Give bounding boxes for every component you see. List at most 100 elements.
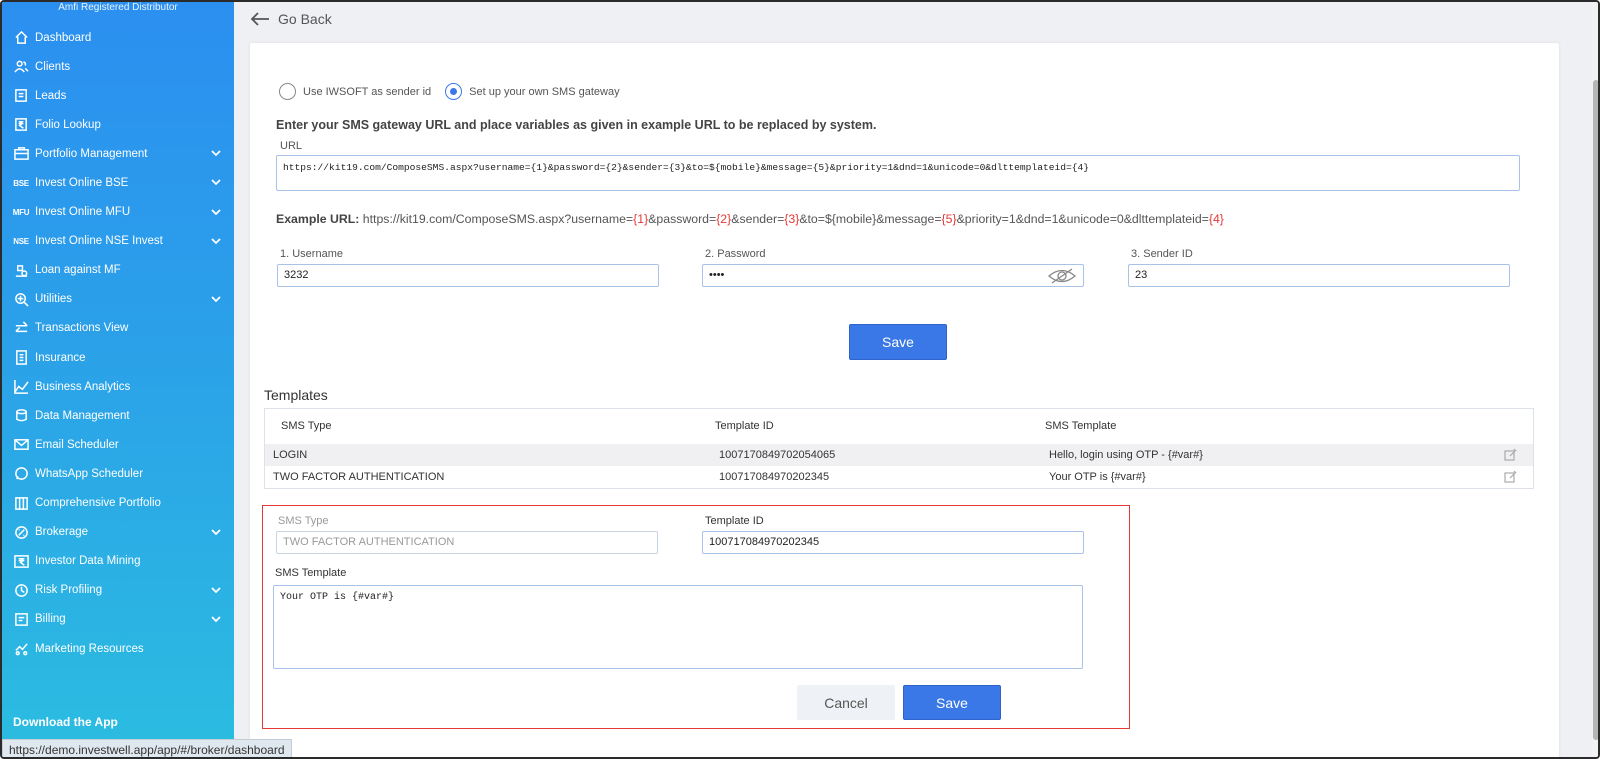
chevron-down-icon[interactable] <box>210 293 222 305</box>
column-sms-type: SMS Type <box>281 420 332 432</box>
url-label: URL <box>280 140 303 152</box>
sidebar-item-invest-online-mfu[interactable]: MFU Invest Online MFU <box>2 198 234 227</box>
radio-iwsoft[interactable] <box>279 83 296 100</box>
sidebar-item-folio-lookup[interactable]: Folio Lookup <box>2 110 234 139</box>
sidebar-item-marketing-resources[interactable]: Marketing Resources <box>2 634 234 663</box>
chevron-down-icon[interactable] <box>210 235 222 247</box>
example-url-variable: {2} <box>716 212 732 226</box>
sidebar-item-portfolio-management[interactable]: Portfolio Management <box>2 139 234 168</box>
marketing-icon <box>12 640 30 658</box>
radio-own-gateway[interactable] <box>445 83 463 100</box>
sidebar-item-risk-profiling[interactable]: Risk Profiling <box>2 576 234 605</box>
sidebar-item-invest-online-nse-invest[interactable]: NSE Invest Online NSE Invest <box>2 227 234 256</box>
example-url-variable: {1} <box>633 212 649 226</box>
sidebar-item-data-management[interactable]: Data Management <box>2 401 234 430</box>
sidebar-item-leads[interactable]: Leads <box>2 81 234 110</box>
edit-sms-template-textarea[interactable]: Your OTP is {#var#} <box>273 585 1083 669</box>
eye-off-icon[interactable] <box>1047 267 1077 285</box>
sidebar-item-clients[interactable]: Clients <box>2 52 234 81</box>
chevron-down-icon[interactable] <box>210 147 222 159</box>
sidebar-item-label: Loan against MF <box>35 264 121 277</box>
scrollbar-thumb[interactable] <box>1593 80 1598 740</box>
sidebar-item-label: Insurance <box>35 351 86 364</box>
sidebar-item-comprehensive-portfolio[interactable]: Comprehensive Portfolio <box>2 489 234 518</box>
loan-icon <box>12 261 30 279</box>
briefcase-icon <box>12 145 30 163</box>
column-template-id: Template ID <box>715 420 774 432</box>
sidebar-item-label: Invest Online NSE Invest <box>35 235 163 248</box>
sidebar-item-utilities[interactable]: Utilities <box>2 285 234 314</box>
sidebar: Amfi Registered Distributor Dashboard Cli… <box>2 2 234 757</box>
sidebar-item-label: Folio Lookup <box>35 118 101 131</box>
edit-sms-type-label: SMS Type <box>278 515 329 527</box>
chevron-down-icon[interactable] <box>210 206 222 218</box>
chevron-down-icon[interactable] <box>210 584 222 596</box>
users-icon <box>12 58 30 76</box>
home-icon <box>12 29 30 47</box>
chevron-down-icon[interactable] <box>210 526 222 538</box>
cancel-button[interactable]: Cancel <box>797 685 895 720</box>
edit-icon[interactable] <box>1504 448 1517 461</box>
go-back-link[interactable]: Go Back <box>250 11 332 27</box>
sidebar-item-dashboard[interactable]: Dashboard <box>2 23 234 52</box>
sidebar-item-billing[interactable]: Billing <box>2 605 234 634</box>
sidebar-item-transactions-view[interactable]: Transactions View <box>2 314 234 343</box>
sidebar-item-invest-online-bse[interactable]: BSE Invest Online BSE <box>2 168 234 197</box>
password-label: 2. Password <box>705 248 766 260</box>
example-url-variable: {4} <box>1208 212 1224 226</box>
template-save-button[interactable]: Save <box>903 685 1001 720</box>
table-header: SMS Type Template ID SMS Template <box>265 409 1533 444</box>
sidebar-item-email-scheduler[interactable]: Email Scheduler <box>2 430 234 459</box>
risk-icon <box>12 581 30 599</box>
template-edit-form: SMS Type TWO FACTOR AUTHENTICATION Templ… <box>262 505 1130 729</box>
sender-id-label: 3. Sender ID <box>1131 248 1193 260</box>
url-input[interactable]: https://kit19.com/ComposeSMS.aspx?userna… <box>276 155 1520 191</box>
row-sms-template: Hello, login using OTP - {#var#} <box>1049 449 1203 461</box>
download-app-label[interactable]: Download the App <box>13 715 118 729</box>
status-bar-url: https://demo.investwell.app/app/#/broker… <box>2 739 292 757</box>
sidebar-item-label: Risk Profiling <box>35 584 103 597</box>
nse-icon: NSE <box>13 236 29 246</box>
insurance-icon <box>12 349 30 367</box>
brand-text: Amfi Registered Distributor <box>58 2 178 13</box>
scrollbar[interactable] <box>1592 2 1598 757</box>
radio-iwsoft-label[interactable]: Use IWSOFT as sender id <box>303 86 431 98</box>
sidebar-item-label: Portfolio Management <box>35 147 148 160</box>
example-url-variable: {5} <box>941 212 957 226</box>
sidebar-item-label: Dashboard <box>35 31 92 44</box>
sidebar-item-insurance[interactable]: Insurance <box>2 343 234 372</box>
sidebar-item-whatsapp-scheduler[interactable]: WhatsApp Scheduler <box>2 459 234 488</box>
example-url-text: https://kit19.com/ComposeSMS.aspx?userna… <box>362 212 634 226</box>
row-template-id: 100717084970202345 <box>719 471 830 483</box>
sidebar-item-investor-data-mining[interactable]: Investor Data Mining <box>2 547 234 576</box>
templates-table: SMS Type Template ID SMS Template LOGIN … <box>264 408 1534 489</box>
chart-icon <box>12 378 30 396</box>
username-input[interactable]: 3232 <box>277 264 659 287</box>
chevron-down-icon[interactable] <box>210 176 222 188</box>
example-url-text: &priority=1&dnd=1&unicode=0&dlttemplatei… <box>956 212 1209 226</box>
main-content: Go Back Use IWSOFT as sender id Set up y… <box>234 2 1570 757</box>
rupee-doc-icon <box>12 116 30 134</box>
sidebar-item-label: Billing <box>35 613 66 626</box>
edit-icon[interactable] <box>1504 470 1517 483</box>
rupee-icon <box>12 552 30 570</box>
sidebar-item-loan-against-mf[interactable]: Loan against MF <box>2 256 234 285</box>
sender-id-input[interactable]: 23 <box>1128 264 1510 287</box>
go-back-label: Go Back <box>278 11 332 27</box>
billing-icon <box>12 610 30 628</box>
table-row: TWO FACTOR AUTHENTICATION 10071708497020… <box>265 466 1533 488</box>
edit-sms-template-label: SMS Template <box>275 567 347 579</box>
sidebar-item-label: Transactions View <box>35 322 129 335</box>
edit-template-id-input[interactable]: 100717084970202345 <box>702 531 1084 554</box>
radio-own-gateway-label[interactable]: Set up your own SMS gateway <box>469 86 619 98</box>
row-template-id: 1007170849702054065 <box>719 449 836 461</box>
password-input[interactable]: •••• <box>702 264 1084 287</box>
sidebar-item-label: Invest Online MFU <box>35 206 131 219</box>
sidebar-item-label: Comprehensive Portfolio <box>35 497 161 510</box>
sidebar-item-label: Data Management <box>35 409 130 422</box>
sidebar-item-business-analytics[interactable]: Business Analytics <box>2 372 234 401</box>
chevron-down-icon[interactable] <box>210 613 222 625</box>
sidebar-item-brokerage[interactable]: Brokerage <box>2 518 234 547</box>
gateway-save-button[interactable]: Save <box>849 324 947 360</box>
sidebar-item-label: Invest Online BSE <box>35 177 129 190</box>
